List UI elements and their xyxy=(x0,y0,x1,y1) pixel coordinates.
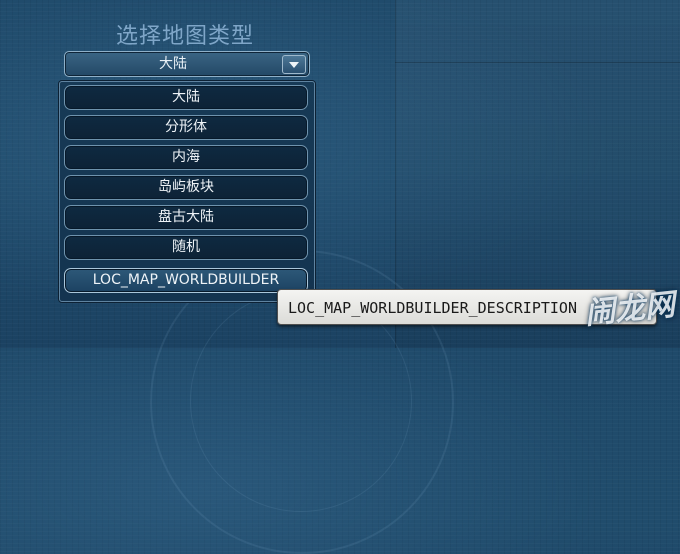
dropdown-list: 大陆 分形体 内海 岛屿板块 盘古大陆 随机 LOC_MAP_WORLDBUIL… xyxy=(59,81,315,302)
option-worldbuilder[interactable]: LOC_MAP_WORLDBUILDER xyxy=(64,268,308,293)
option-random[interactable]: 随机 xyxy=(64,235,308,260)
map-type-dropdown[interactable]: 大陆 xyxy=(64,51,310,77)
background-panel-header xyxy=(395,0,680,63)
map-type-title: 选择地图类型 xyxy=(115,24,254,49)
option-inland-sea[interactable]: 内海 xyxy=(64,145,308,170)
option-island-plates[interactable]: 岛屿板块 xyxy=(64,175,308,200)
option-fractal[interactable]: 分形体 xyxy=(64,115,308,140)
option-continents[interactable]: 大陆 xyxy=(64,85,308,110)
option-pangaea[interactable]: 盘古大陆 xyxy=(64,205,308,230)
site-watermark: 闹龙网 xyxy=(583,287,677,332)
dropdown-selected-value: 大陆 xyxy=(159,56,187,72)
chevron-down-icon[interactable] xyxy=(282,55,306,74)
